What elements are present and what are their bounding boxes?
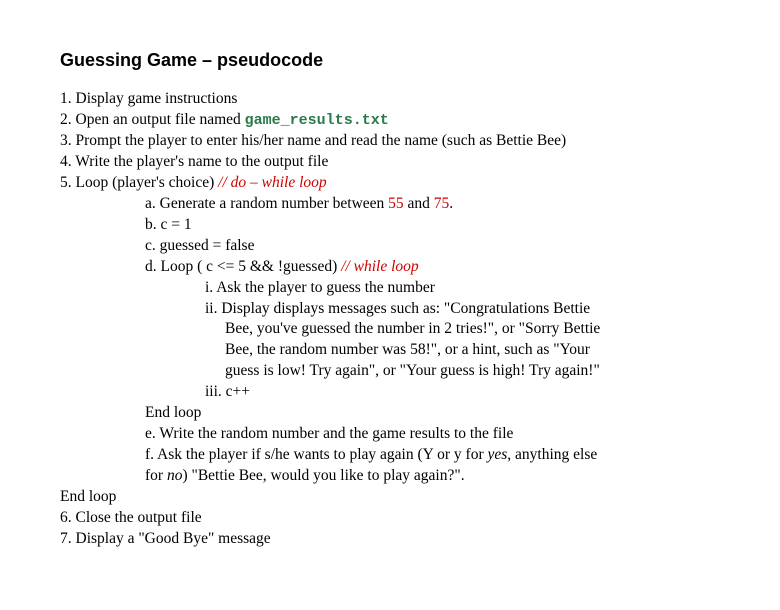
step-5f-text1: f. Ask the player if s/he wants to play … <box>145 446 488 463</box>
step-2-text: 2. Open an output file named <box>60 111 245 128</box>
step-5d-ii-line3: Bee, the random number was 58!", or a hi… <box>60 340 720 361</box>
while-comment: // while loop <box>341 258 419 275</box>
step-5a-text2: and <box>404 195 434 212</box>
step-5b: b. c = 1 <box>60 215 720 236</box>
step-5d: d. Loop ( c <= 5 && !guessed) // while l… <box>60 257 720 278</box>
num-55: 55 <box>388 195 404 212</box>
no-italic: no <box>167 467 183 484</box>
step-6: 6. Close the output file <box>60 508 720 529</box>
end-outer-loop: End loop <box>60 487 720 508</box>
filename-code: game_results.txt <box>245 112 389 129</box>
step-5c: c. guessed = false <box>60 236 720 257</box>
loop-comment: // do – while loop <box>218 174 327 191</box>
step-5d-text: d. Loop ( c <= 5 && !guessed) <box>145 258 341 275</box>
step-2: 2. Open an output file named game_result… <box>60 110 720 131</box>
step-5f-text3b: ) "Bettie Bee, would you like to play ag… <box>182 467 464 484</box>
step-1: 1. Display game instructions <box>60 89 720 110</box>
step-5: 5. Loop (player's choice) // do – while … <box>60 173 720 194</box>
step-5a-text3: . <box>449 195 453 212</box>
step-3: 3. Prompt the player to enter his/her na… <box>60 131 720 152</box>
step-5f-line1: f. Ask the player if s/he wants to play … <box>60 445 720 466</box>
step-7: 7. Display a "Good Bye" message <box>60 529 720 550</box>
step-5f-line2: for no) "Bettie Bee, would you like to p… <box>60 466 720 487</box>
step-4: 4. Write the player's name to the output… <box>60 152 720 173</box>
document-body: 1. Display game instructions 2. Open an … <box>60 89 720 550</box>
step-5-text: 5. Loop (player's choice) <box>60 174 218 191</box>
step-5d-ii-line1: ii. Display displays messages such as: "… <box>60 299 720 320</box>
step-5e: e. Write the random number and the game … <box>60 424 720 445</box>
step-5d-i: i. Ask the player to guess the number <box>60 278 720 299</box>
step-5d-ii-line4: guess is low! Try again", or "Your guess… <box>60 361 720 382</box>
step-5d-iii: iii. c++ <box>60 382 720 403</box>
step-5a-text1: a. Generate a random number between <box>145 195 388 212</box>
step-5d-ii-line2: Bee, you've guessed the number in 2 trie… <box>60 319 720 340</box>
end-inner-loop: End loop <box>60 403 720 424</box>
num-75: 75 <box>434 195 450 212</box>
document-page: Guessing Game – pseudocode 1. Display ga… <box>0 0 780 610</box>
document-title: Guessing Game – pseudocode <box>60 50 720 71</box>
step-5f-text3a: for <box>145 467 167 484</box>
yes-italic: yes <box>488 446 508 463</box>
step-5a: a. Generate a random number between 55 a… <box>60 194 720 215</box>
step-5f-text2: , anything else <box>507 446 597 463</box>
